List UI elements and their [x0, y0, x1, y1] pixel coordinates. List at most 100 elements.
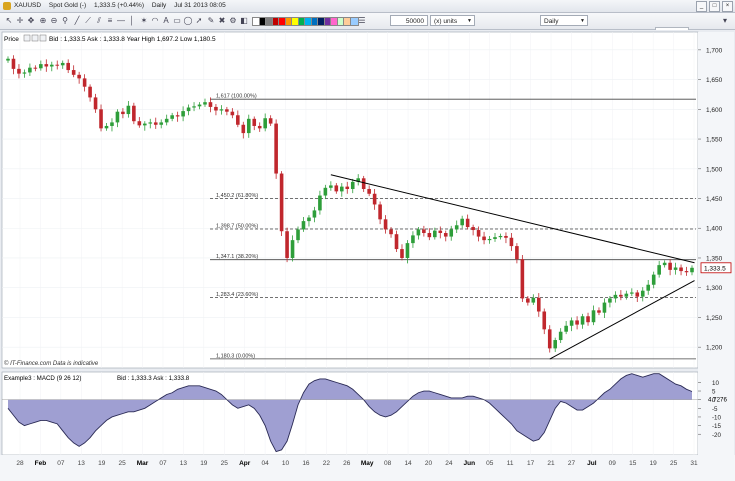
hline-tool-icon[interactable]: ― — [116, 16, 126, 26]
candle[interactable] — [203, 102, 207, 105]
candle[interactable] — [77, 74, 81, 79]
candle[interactable] — [170, 115, 174, 119]
candle[interactable] — [60, 62, 65, 66]
units-select[interactable]: (x) units ▼ — [430, 15, 475, 26]
candle[interactable] — [536, 297, 541, 312]
candle[interactable] — [104, 125, 109, 129]
candle[interactable] — [181, 111, 185, 117]
zoom-in-icon[interactable]: ⊕ — [38, 16, 48, 26]
candle[interactable] — [236, 115, 240, 125]
candle[interactable] — [498, 235, 503, 238]
candle[interactable] — [646, 284, 651, 291]
candle[interactable] — [416, 229, 421, 236]
candle[interactable] — [296, 229, 300, 241]
candle[interactable] — [657, 265, 661, 275]
gear-icon[interactable] — [31, 34, 39, 42]
candle[interactable] — [400, 249, 404, 258]
candle[interactable] — [121, 111, 125, 115]
candle[interactable] — [383, 219, 388, 230]
candle[interactable] — [443, 233, 448, 237]
candle[interactable] — [274, 123, 278, 174]
candle[interactable] — [175, 115, 180, 117]
candle[interactable] — [39, 64, 43, 69]
candle[interactable] — [49, 64, 54, 67]
candle[interactable] — [378, 204, 382, 220]
candle[interactable] — [662, 262, 667, 266]
candle[interactable] — [597, 310, 601, 313]
candle[interactable] — [493, 237, 497, 239]
candle[interactable] — [159, 122, 164, 125]
line-tool-icon[interactable]: ╱ — [72, 16, 82, 26]
toolbar-options-icon[interactable]: ▾ — [720, 16, 730, 26]
quantity-input[interactable]: 50000 — [390, 15, 428, 26]
crosshair-icon[interactable]: ✛ — [15, 16, 25, 26]
candle[interactable] — [558, 331, 563, 341]
candle[interactable] — [433, 230, 437, 238]
ray-tool-icon[interactable]: ⟋ — [83, 16, 93, 26]
close-icon[interactable]: × — [722, 1, 733, 12]
settings-icon[interactable] — [23, 34, 31, 42]
candle[interactable] — [148, 122, 153, 124]
candle[interactable] — [22, 72, 27, 74]
candle[interactable] — [372, 193, 377, 205]
candle[interactable] — [252, 118, 257, 126]
candle[interactable] — [99, 109, 103, 129]
candle[interactable] — [504, 235, 508, 238]
cursor-icon[interactable]: ↖ — [4, 16, 14, 26]
candle[interactable] — [268, 118, 273, 124]
candle[interactable] — [690, 267, 694, 273]
candle[interactable] — [564, 325, 568, 332]
candle[interactable] — [482, 236, 486, 241]
candle[interactable] — [684, 271, 689, 273]
candle[interactable] — [71, 70, 76, 75]
candle[interactable] — [17, 68, 21, 74]
vline-tool-icon[interactable]: │ — [127, 16, 137, 26]
candle[interactable] — [285, 231, 289, 258]
candle[interactable] — [476, 230, 481, 237]
candle[interactable] — [323, 187, 328, 196]
candle[interactable] — [531, 297, 536, 303]
candle[interactable] — [197, 104, 202, 107]
candle[interactable] — [389, 229, 393, 235]
candle[interactable] — [624, 293, 629, 297]
candle[interactable] — [55, 64, 60, 66]
candle[interactable] — [246, 118, 251, 134]
candle[interactable] — [345, 186, 350, 189]
candle[interactable] — [329, 185, 333, 188]
candle[interactable] — [82, 78, 87, 87]
candle[interactable] — [115, 111, 120, 123]
search-icon[interactable]: ⚲ — [60, 16, 70, 26]
candle[interactable] — [110, 122, 114, 126]
candle[interactable] — [28, 67, 32, 73]
candle[interactable] — [88, 86, 92, 98]
candle[interactable] — [438, 230, 443, 234]
arc-tool-icon[interactable]: ◠ — [150, 16, 160, 26]
candle[interactable] — [11, 58, 16, 69]
candle[interactable] — [93, 97, 98, 110]
ellipse-tool-icon[interactable]: ◯ — [183, 16, 193, 26]
candle[interactable] — [301, 221, 306, 230]
zoom-out-icon[interactable]: ⊖ — [49, 16, 59, 26]
candle[interactable] — [679, 267, 683, 272]
maximize-icon[interactable]: □ — [709, 1, 720, 12]
candle[interactable] — [487, 238, 492, 241]
candle[interactable] — [586, 316, 590, 323]
chart-area[interactable]: 1,200 1,250 1,300 1,350 1,400 1,450 1,500 1,550… — [0, 30, 735, 481]
delete-drawings-icon[interactable]: ✖ — [217, 16, 227, 26]
minimize-icon[interactable]: _ — [696, 1, 707, 12]
candle[interactable] — [339, 186, 344, 192]
candle[interactable] — [126, 105, 131, 115]
candle[interactable] — [405, 243, 410, 258]
color-picker-icon[interactable]: ◧ — [239, 16, 249, 26]
candle[interactable] — [192, 106, 196, 108]
channel-tool-icon[interactable]: ⫽ — [94, 16, 104, 26]
candle[interactable] — [44, 64, 49, 67]
candle[interactable] — [526, 298, 530, 303]
candle[interactable] — [66, 62, 70, 71]
candle[interactable] — [542, 311, 547, 330]
candle[interactable] — [153, 122, 158, 125]
candle[interactable] — [422, 229, 426, 234]
candle[interactable] — [569, 320, 574, 326]
candle[interactable] — [547, 329, 552, 349]
candle[interactable] — [619, 294, 623, 297]
